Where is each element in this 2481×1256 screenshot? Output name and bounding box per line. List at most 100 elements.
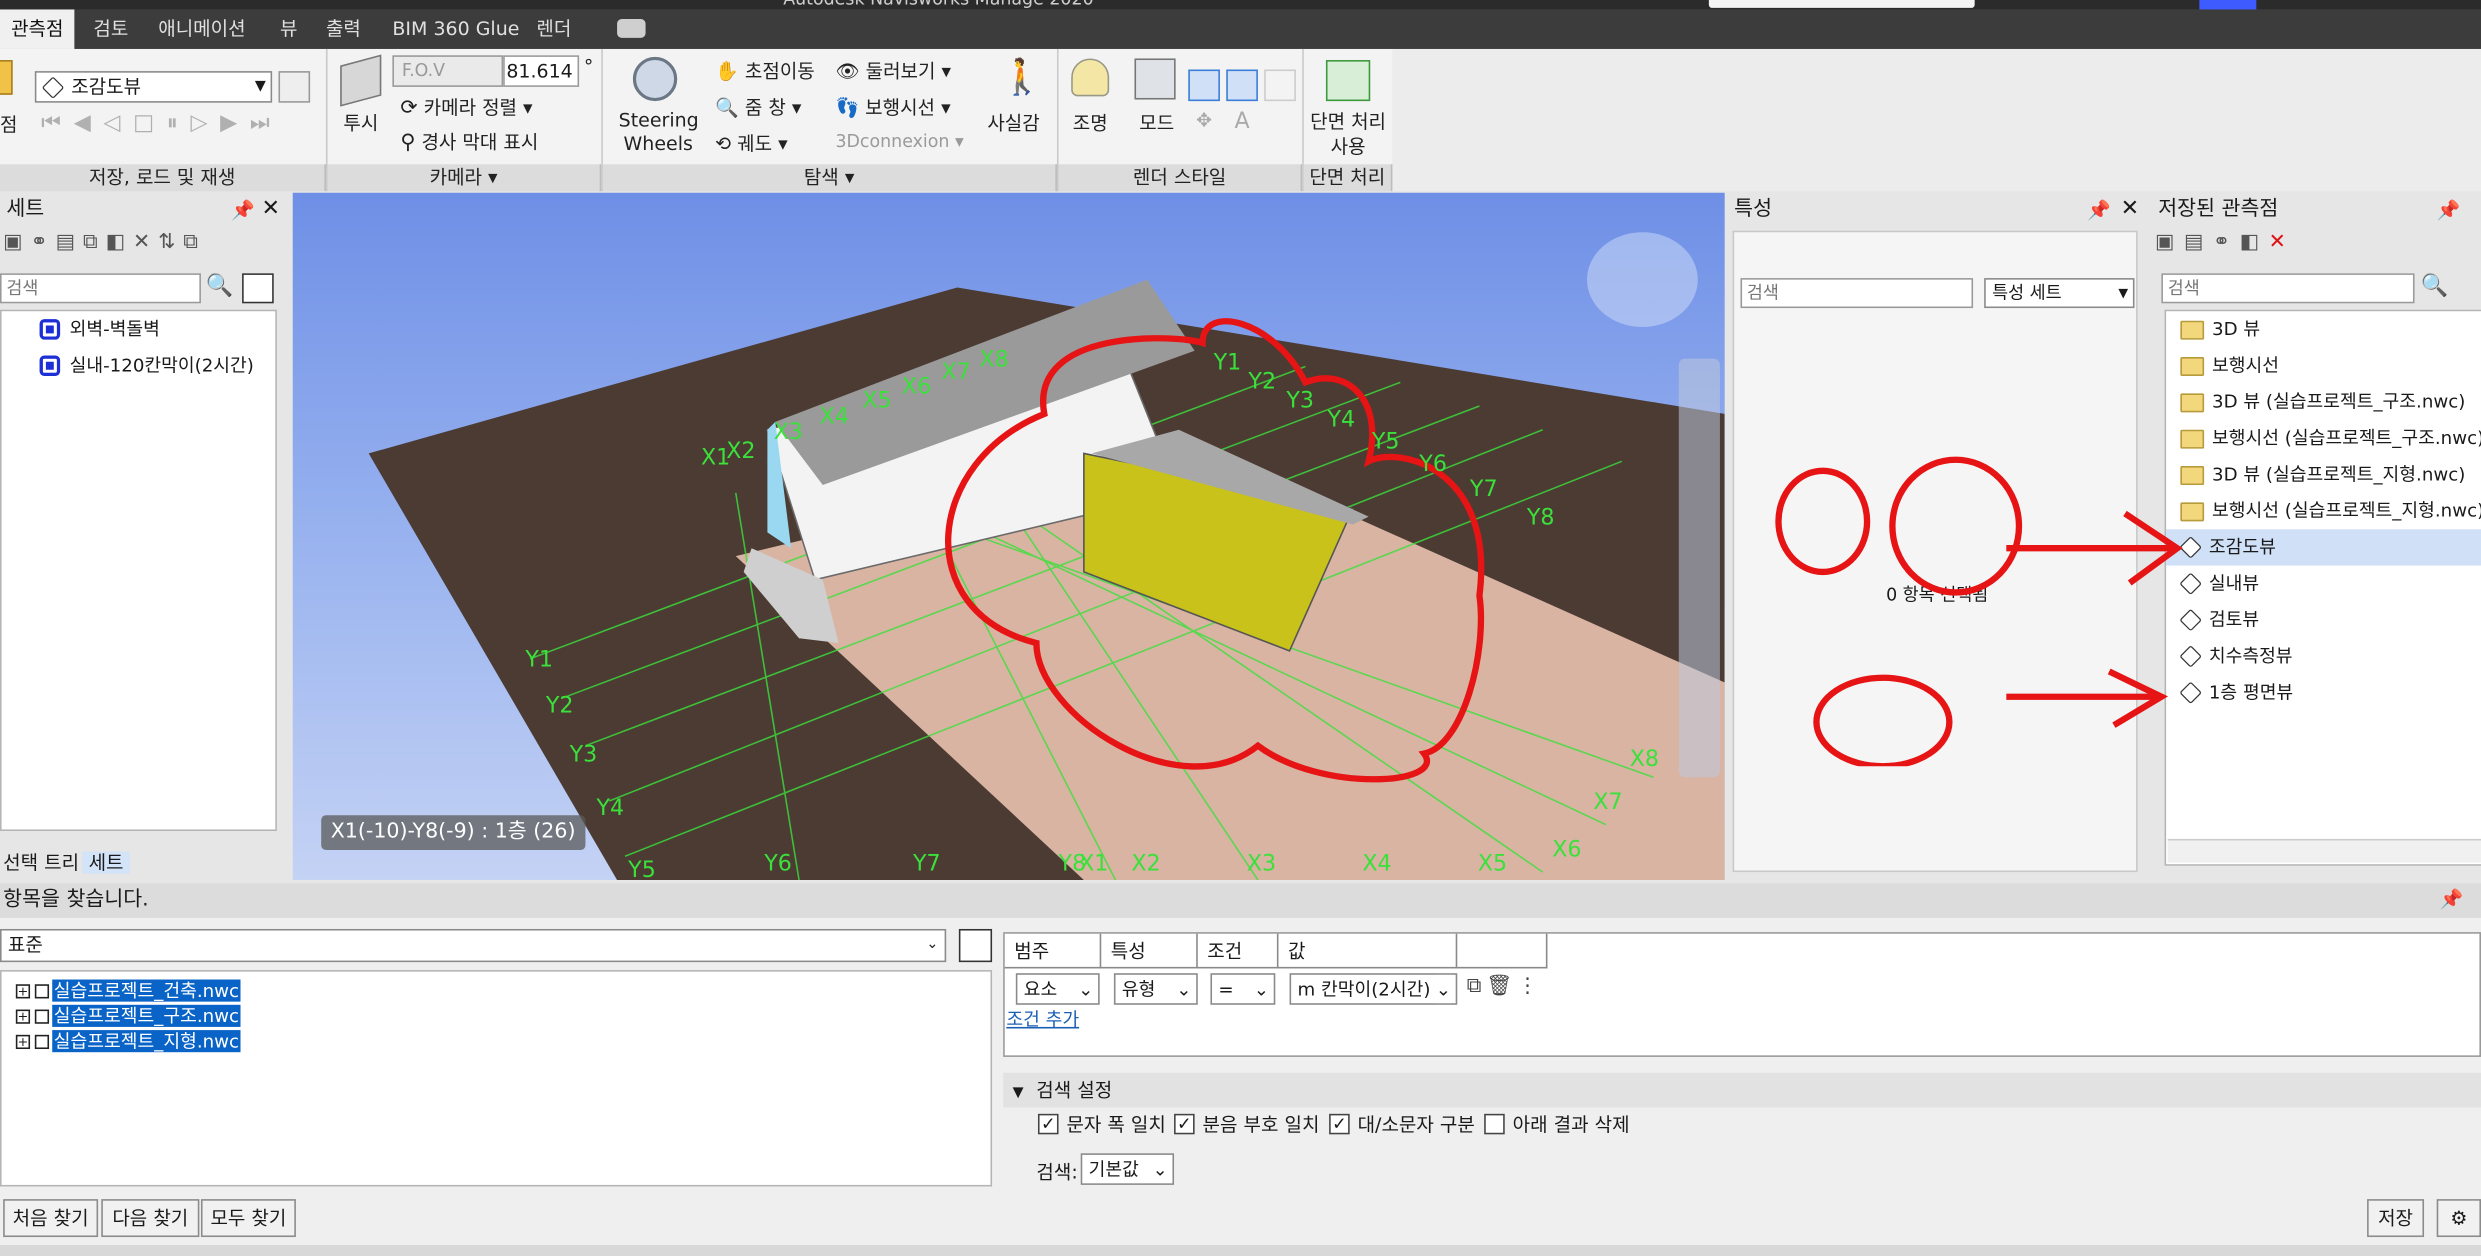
render-style-icon-4[interactable]: ✥: [1188, 109, 1220, 141]
list-item[interactable]: 3D 뷰: [2166, 311, 2481, 347]
checkbox[interactable]: [1484, 1113, 1505, 1135]
close-icon[interactable]: ✕: [261, 196, 280, 221]
list-item[interactable]: 외벽-벽돌벽: [2, 311, 276, 347]
tab-output[interactable]: 출력: [315, 9, 372, 48]
search-settings-header[interactable]: ▼ 검색 설정: [1003, 1072, 2481, 1108]
sets-search-input[interactable]: 검색: [0, 273, 201, 304]
grid-label-y2: Y2: [1248, 369, 1277, 395]
sets-toolbar[interactable]: ▣⚭▤⧉◧✕⇅⧉: [3, 231, 288, 266]
mode-label[interactable]: 모드: [1139, 109, 1174, 136]
3dconnexion-button[interactable]: 3Dconnexion ▾: [835, 131, 963, 152]
sets-tree: 외벽-벽돌벽 실내-120칸막이(2시간): [0, 309, 277, 832]
render-text-icon[interactable]: A: [1226, 109, 1258, 141]
navigation-bar[interactable]: [1678, 358, 1720, 778]
tree-row[interactable]: + 실습프로젝트_지형.nwc: [2, 1028, 991, 1053]
tab-render[interactable]: 렌더: [525, 9, 582, 48]
list-item[interactable]: 3D 뷰 (실습프로젝트_구조.nwc): [2166, 384, 2481, 420]
properties-search-input[interactable]: 검색: [1740, 278, 1974, 309]
search-mode-select[interactable]: 기본값 ⌄: [1080, 1153, 1175, 1185]
condition-row-actions[interactable]: ⧉🗑⋮: [1467, 975, 1543, 999]
mode-cube-icon[interactable]: [1134, 58, 1176, 100]
focus-move-button[interactable]: ✋ 초점이동: [715, 57, 815, 84]
title-search-box[interactable]: [1708, 0, 1975, 8]
find-first-button[interactable]: 처음 찾기: [3, 1199, 99, 1238]
pin-icon[interactable]: 📌: [2437, 199, 2461, 221]
search-options-button[interactable]: ⚙: [2436, 1199, 2481, 1238]
steering-wheels-icon[interactable]: [632, 56, 678, 102]
scope-options-icon[interactable]: [958, 928, 993, 963]
tab-animation[interactable]: 애니메이션: [147, 9, 256, 48]
viewpoint-combo[interactable]: 조감도뷰 ▼: [34, 71, 273, 103]
find-all-button[interactable]: 모두 찾기: [200, 1199, 296, 1238]
section-enable-icon[interactable]: [1325, 60, 1371, 102]
fov-slider[interactable]: F.O.V: [392, 55, 504, 87]
option-match-width[interactable]: ✓ 문자 폭 일치: [1037, 1111, 1166, 1138]
grid-label-y4-left: Y4: [596, 796, 625, 822]
tab-selection-tree[interactable]: 선택 트리: [0, 852, 82, 874]
close-icon[interactable]: ✕: [2121, 196, 2140, 221]
option-match-diacritics[interactable]: ✓ 분음 부호 일치: [1174, 1111, 1319, 1138]
save-viewpoint-icon[interactable]: [0, 60, 13, 95]
render-style-icon-3[interactable]: [1264, 69, 1296, 102]
checkbox[interactable]: ✓: [1037, 1113, 1059, 1135]
zoom-window-button[interactable]: 🔍 줌 창 ▾: [715, 93, 801, 120]
scope-combo[interactable]: 표준 ⌄: [0, 928, 947, 963]
walk-button[interactable]: 👣 보행시선 ▾: [835, 93, 950, 120]
customize-ribbon-icon[interactable]: [617, 18, 646, 38]
tab-view[interactable]: 뷰: [269, 9, 309, 48]
render-style-icon-1[interactable]: [1188, 69, 1220, 102]
grid-label-y6: Y6: [1419, 451, 1447, 478]
fov-input[interactable]: 81.614: [503, 55, 580, 87]
checkbox[interactable]: ✓: [1329, 1113, 1350, 1135]
tree-row[interactable]: + 실습프로젝트_구조.nwc: [2, 1003, 991, 1028]
tab-sets[interactable]: 세트: [82, 851, 130, 874]
checkbox[interactable]: ✓: [1174, 1113, 1195, 1135]
orbit-button[interactable]: ⟲ 궤도 ▾: [715, 130, 788, 157]
realism-label[interactable]: 사실감: [987, 109, 1039, 136]
category-select[interactable]: 요소 ⌄: [1015, 973, 1100, 1005]
search-options-icon[interactable]: [242, 273, 274, 304]
look-around-button[interactable]: 👁 둘러보기 ▾: [835, 57, 951, 84]
saved-viewpoints-toolbar[interactable]: ▣▤⚭◧✕: [2155, 231, 2295, 266]
column-header: 조건: [1198, 933, 1279, 969]
tree-row[interactable]: + 실습프로젝트_건축.nwc: [2, 978, 991, 1003]
ribbon-tab-bar: [0, 9, 2481, 49]
horizontal-scrollbar[interactable]: [2167, 838, 2481, 863]
window-title: Autodesk Navisworks Manage 2020: [783, 0, 1093, 9]
property-select[interactable]: 유형 ⌄: [1113, 973, 1198, 1005]
tab-bim360[interactable]: BIM 360 Glue: [381, 9, 530, 48]
viewpoint-settings-icon[interactable]: [278, 71, 311, 103]
save-search-button[interactable]: 저장: [2367, 1199, 2425, 1238]
pin-icon[interactable]: 📌: [2440, 888, 2464, 910]
section-enable-label[interactable]: 단면 처리 사용: [1307, 109, 1389, 160]
search-icon[interactable]: 🔍: [206, 273, 234, 298]
lighting-icon[interactable]: [1071, 58, 1110, 97]
property-set-dropdown[interactable]: 특성 세트 ▼: [1984, 278, 2135, 309]
search-icon[interactable]: 🔍: [2421, 273, 2449, 298]
tab-viewpoint[interactable]: 관측점: [0, 9, 75, 49]
add-condition-link[interactable]: 조건 추가: [1006, 1006, 1079, 1031]
steering-wheels-label[interactable]: Steering Wheels: [619, 109, 699, 156]
lighting-label[interactable]: 조명: [1073, 109, 1108, 136]
list-item[interactable]: 보행시선: [2166, 348, 2481, 384]
find-next-button[interactable]: 다음 찾기: [101, 1199, 200, 1238]
tab-review[interactable]: 검토: [82, 9, 139, 48]
saved-viewpoints-search-input[interactable]: 검색: [2161, 273, 2415, 304]
list-item[interactable]: 실내-120칸막이(2시간): [2, 348, 276, 384]
grid-label-y5: Y5: [1371, 429, 1400, 456]
tilt-bar-button[interactable]: ⚲ 경사 막대 표시: [400, 128, 538, 155]
sign-in-button[interactable]: [2199, 0, 2257, 10]
render-style-icon-2[interactable]: [1226, 69, 1258, 102]
3d-viewport[interactable]: X1 X2 X3 X4 X5 X6 X7 X8 Y1 Y2 Y3 Y4 Y5 Y…: [292, 192, 1725, 880]
value-select[interactable]: m 칸막이(2시간) ⌄: [1289, 973, 1458, 1005]
align-camera-button[interactable]: ⟳ 카메라 정렬 ▾: [400, 93, 532, 120]
pin-icon[interactable]: 📌: [231, 199, 255, 221]
viewcube-icon[interactable]: [1587, 232, 1698, 328]
pin-icon[interactable]: 📌: [2087, 199, 2111, 221]
operator-select[interactable]: = ⌄: [1210, 973, 1276, 1005]
realism-person-icon[interactable]: 🚶: [1000, 55, 1043, 102]
playback-controls[interactable]: ⏮◀◁□⏸▷▶⏭: [41, 111, 282, 136]
option-prune-below[interactable]: 아래 결과 삭제: [1484, 1111, 1630, 1138]
model-scene: [368, 279, 1725, 880]
option-match-case[interactable]: ✓ 대/소문자 구분: [1329, 1111, 1475, 1138]
